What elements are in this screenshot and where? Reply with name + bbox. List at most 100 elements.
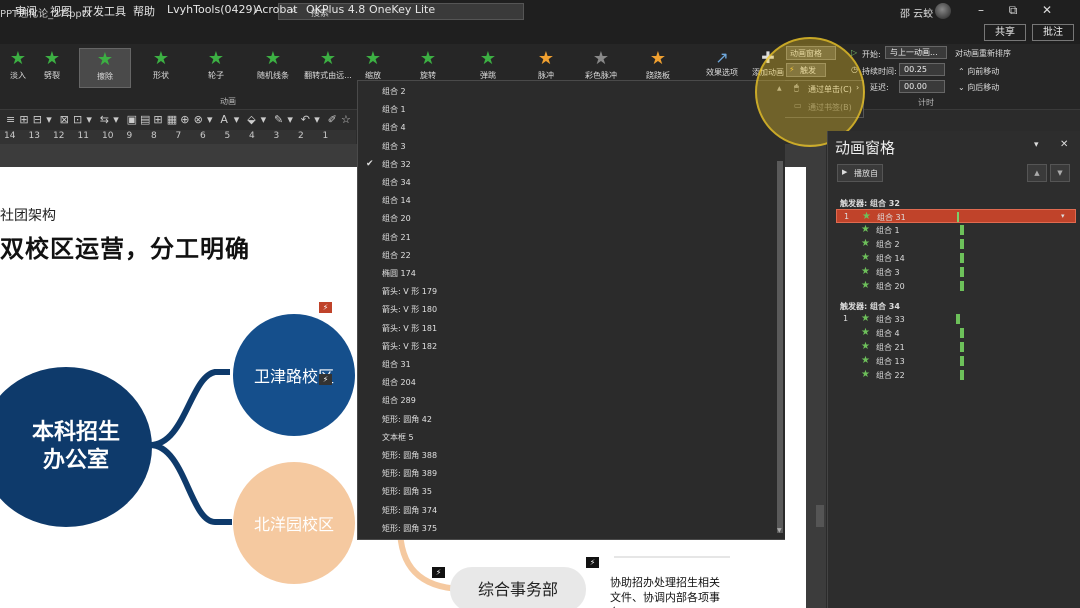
toolbar-tool-icon[interactable]: ▦ (167, 113, 177, 126)
list-item[interactable]: 组合 21 (382, 232, 411, 243)
scrollbar-thumb[interactable] (777, 161, 783, 533)
list-item[interactable]: 矩形: 圆角 388 (382, 450, 437, 461)
toolbar-tool-icon[interactable]: ↶ (301, 113, 310, 126)
list-item[interactable]: 组合 32 (382, 159, 411, 170)
toolbar-tool-icon[interactable]: ▾ (113, 113, 119, 126)
pane-menu-icon[interactable]: ▾ (1034, 140, 1039, 150)
list-item[interactable]: 组合 204 (382, 377, 416, 388)
list-item[interactable]: 文本框 5 (382, 432, 414, 443)
row-dropdown-icon[interactable]: ▾ (1061, 212, 1065, 220)
menu-acrobat[interactable]: Acrobat (255, 3, 297, 16)
share-button[interactable]: 共享 (984, 24, 1026, 41)
toolbar-tool-icon[interactable]: ⊕ (180, 113, 189, 126)
toolbar-tool-icon[interactable]: ▾ (207, 113, 213, 126)
toolbar-tool-icon[interactable]: ⊠ (60, 113, 69, 126)
toolbar-tool-icon[interactable]: ⊞ (153, 113, 162, 126)
menu-okplus[interactable]: OKPlus 4.8 (306, 3, 365, 16)
list-item[interactable]: 组合 31 (382, 359, 411, 370)
list-item[interactable]: 组合 289 (382, 395, 416, 406)
toolbar-tool-icon[interactable]: ▣ (127, 113, 137, 126)
list-item[interactable]: 矩形: 圆角 389 (382, 468, 437, 479)
move-later-button[interactable]: ⌄ 向后移动 (958, 82, 999, 93)
duration-input[interactable]: 00.25 (899, 63, 945, 76)
editor-scrollbar-thumb[interactable] (816, 505, 824, 527)
list-item[interactable]: 椭圆 174 (382, 268, 416, 279)
list-item[interactable]: 组合 2 (382, 86, 406, 97)
close-window-button[interactable]: ✕ (1034, 3, 1060, 17)
animation-row[interactable]: ★ 组合 4 (836, 326, 1076, 340)
menu-help[interactable]: 帮助 (133, 3, 155, 19)
animation-row[interactable]: ★ 组合 22 (836, 368, 1076, 382)
list-item[interactable]: 组合 34 (382, 177, 411, 188)
campus2-node[interactable]: 北洋园校区 (233, 462, 355, 584)
restore-button[interactable]: ⧉ (1000, 3, 1026, 18)
list-item[interactable]: 组合 22 (382, 250, 411, 261)
effect-2[interactable]: ★ 擦除 (79, 48, 131, 88)
toolbar-tool-icon[interactable]: ⊟ (33, 113, 42, 126)
list-item[interactable]: 组合 14 (382, 195, 411, 206)
scroll-down-icon[interactable]: ▼ (777, 527, 782, 534)
list-item[interactable]: 矩形: 圆角 35 (382, 486, 432, 497)
list-item[interactable]: 组合 20 (382, 213, 411, 224)
toolbar-tool-icon[interactable]: ✐ (328, 113, 337, 126)
trigger-tag-icon[interactable]: ⚡ (319, 374, 332, 385)
move-up-arrow-icon[interactable]: ▲ (1027, 164, 1047, 182)
menu-lvyhtools[interactable]: LvyhTools(0429) (167, 3, 257, 16)
play-from-button[interactable]: ▶ 播放自 (837, 164, 883, 182)
comment-button[interactable]: 批注 (1032, 24, 1074, 41)
toolbar-tool-icon[interactable]: ▤ (140, 113, 150, 126)
campus1-node[interactable]: 卫津路校区 (233, 314, 355, 436)
effect-5[interactable]: ★ 随机线条 (247, 48, 299, 88)
list-item[interactable]: 组合 4 (382, 122, 406, 133)
toolbar-tool-icon[interactable]: ⊡ (73, 113, 82, 126)
animation-row[interactable]: ★ 组合 20 (836, 279, 1076, 293)
list-item[interactable]: 组合 3 (382, 141, 406, 152)
effect-options-button[interactable]: ↗ 效果选项 (698, 48, 746, 78)
start-select[interactable]: 与上一动画... (885, 46, 947, 59)
menu-onekey[interactable]: OneKey Lite (369, 3, 435, 16)
toolbar-tool-icon[interactable]: ⊞ (19, 113, 28, 126)
toolbar-tool-icon[interactable]: ▾ (287, 113, 293, 126)
menu-review[interactable]: 审阅 (15, 3, 37, 19)
animation-row[interactable]: ★ 组合 1 (836, 223, 1076, 237)
list-item[interactable]: 组合 1 (382, 104, 406, 115)
trigger-tag-icon[interactable]: ⚡ (586, 557, 599, 568)
list-item[interactable]: 矩形: 圆角 374 (382, 505, 437, 516)
menu-view[interactable]: 视图 (50, 3, 72, 19)
list-item[interactable]: 箭头: V 形 182 (382, 341, 437, 352)
animation-row[interactable]: 1 ★ 组合 33 (836, 312, 1076, 326)
toolbar-tool-icon[interactable]: ✎ (274, 113, 283, 126)
list-item[interactable]: 箭头: V 形 180 (382, 304, 437, 315)
toolbar-tool-icon[interactable]: ▾ (46, 113, 52, 126)
trigger-tag-icon[interactable]: ⚡ (319, 302, 332, 313)
delay-input[interactable]: 00.00 (899, 80, 945, 93)
dept-node[interactable]: 综合事务部 (450, 567, 586, 608)
move-earlier-button[interactable]: ⌃ 向前移动 (958, 66, 999, 77)
trigger-object-list[interactable]: ✔ ▲ ▼ 组合 2 组合 1 组合 4 组合 3 组合 32 组合 34 组合 14 组合 … (357, 80, 785, 540)
toolbar-tool-icon[interactable]: ☆ (341, 113, 351, 126)
avatar[interactable] (935, 3, 951, 19)
effect-4[interactable]: ★ 轮子 (190, 48, 242, 88)
animation-row[interactable]: ★ 组合 2 (836, 237, 1076, 251)
animation-row[interactable]: ★ 组合 13 (836, 354, 1076, 368)
animation-row[interactable]: ★ 组合 21 (836, 340, 1076, 354)
animation-row[interactable]: ★ 组合 3 (836, 265, 1076, 279)
toolbar-tool-icon[interactable]: A (220, 113, 228, 126)
toolbar-tool-icon[interactable]: ▾ (234, 113, 240, 126)
dept-description[interactable]: 协助招办处理招生相关文件、协调内部各项事务 (610, 575, 726, 608)
menu-developer[interactable]: 开发工具 (82, 3, 126, 19)
toolbar-tool-icon[interactable]: ▾ (261, 113, 267, 126)
move-down-arrow-icon[interactable]: ▼ (1050, 164, 1070, 182)
list-item[interactable]: 矩形: 圆角 375 (382, 523, 437, 534)
list-item[interactable]: 箭头: V 形 181 (382, 323, 437, 334)
minimize-button[interactable]: – (968, 3, 994, 17)
list-item[interactable]: 箭头: V 形 179 (382, 286, 437, 297)
pane-close-icon[interactable]: ✕ (1060, 139, 1068, 150)
effect-3[interactable]: ★ 形状 (135, 48, 187, 88)
animation-row[interactable]: ★ 组合 14 (836, 251, 1076, 265)
toolbar-tool-icon[interactable]: ▾ (314, 113, 320, 126)
effect-1[interactable]: ★ 劈裂 (26, 48, 78, 88)
toolbar-tool-icon[interactable]: ⬙ (247, 113, 255, 126)
list-item[interactable]: 矩形: 圆角 42 (382, 414, 432, 425)
toolbar-tool-icon[interactable]: ▾ (86, 113, 92, 126)
